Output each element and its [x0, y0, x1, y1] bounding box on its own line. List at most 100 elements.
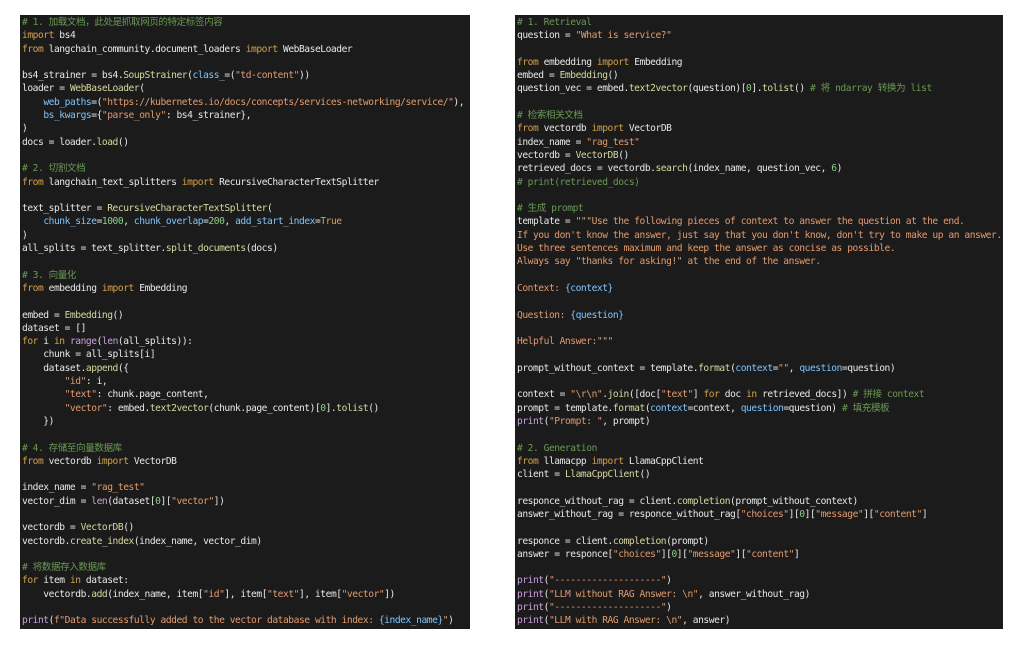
code-token: VectorDB [128, 455, 177, 467]
code-token: bs4_strainer = bs4. [22, 70, 124, 82]
code-token: responce = client. [517, 535, 613, 547]
code-token: web_paths [43, 96, 92, 108]
code-token: # 拼接 context [852, 389, 925, 401]
code-token: () [607, 70, 619, 82]
code-panel-retrieval-generation[interactable]: # 1. Retrieval question = "What is servic… [515, 15, 1003, 629]
code-token: ( [139, 83, 145, 95]
code-token: import [22, 30, 54, 42]
code-token: # 1. Retrieval [517, 17, 592, 28]
code-token: from [22, 176, 44, 188]
code-token: embed = [22, 309, 65, 321]
code-line: chunk_size=1000, chunk_overlap=200, add_… [22, 215, 464, 228]
code-token: tolist [336, 402, 369, 414]
code-line: responce_without_rag = client.completion… [517, 495, 1002, 508]
code-line: from llamacpp import LlamaCppClient [517, 455, 1002, 468]
code-token: ] [692, 389, 704, 401]
code-token: )) [299, 70, 310, 82]
code-line: vectordb.create_index(index_name, vector… [22, 535, 464, 548]
code-token: text2vector [149, 402, 209, 414]
code-token: ]) [384, 588, 395, 600]
code-token: import [596, 56, 629, 68]
code-line: from langchain_text_splitters import Rec… [22, 176, 464, 189]
code-token: """Use the following pieces of context t… [575, 216, 965, 228]
code-token: VectorDB [575, 149, 619, 161]
code-token: "content" [746, 548, 794, 560]
code-token: print [22, 615, 49, 627]
code-token: vector_dim = [22, 495, 92, 507]
code-token: , answer) [682, 615, 731, 627]
code-token: : chunk.page_content, [96, 389, 209, 401]
code-line: Helpful Answer:""" [517, 335, 1002, 348]
code-line: }) [22, 415, 464, 428]
code-line: Use three sentences maximum and keep the… [517, 242, 1002, 255]
code-token: If you don't know the answer, just say t… [517, 229, 1002, 241]
code-token: , [788, 362, 800, 374]
code-line: # 2. Generation [517, 442, 1002, 455]
code-token: ][ [804, 508, 816, 520]
code-token: , prompt) [602, 415, 651, 427]
code-line: template = """Use the following pieces o… [517, 215, 1002, 228]
code-token: SoupStrainer [123, 70, 188, 82]
code-token: () [123, 522, 134, 534]
code-token: load [96, 136, 119, 148]
code-token: "message" [687, 548, 736, 560]
code-token: import [591, 455, 624, 467]
code-token: , answer_without_rag) [698, 588, 810, 600]
code-token: RecursiveCharacterTextSplitter [107, 203, 267, 215]
code-line: responce = client.completion(prompt) [517, 535, 1002, 548]
code-token: ] [793, 548, 800, 560]
code-token: in [53, 336, 65, 348]
code-line: If you don't know the answer, just say t… [517, 229, 1002, 242]
code-token: "--------------------" [548, 575, 667, 587]
code-token: # 将 ndarray 转换为 list [809, 83, 932, 95]
code-token: 200 [208, 216, 225, 228]
code-line: from langchain_community.document_loader… [22, 43, 464, 56]
code-line: # 检索相关文档 [517, 109, 1002, 122]
code-token: format [698, 362, 731, 374]
code-token: Embedding [559, 70, 608, 82]
code-token: from [22, 455, 44, 467]
code-token: langchain_community.document_loaders [43, 43, 246, 55]
code-token: embedding [538, 56, 597, 68]
code-token: ) [448, 615, 454, 627]
code-line: ) [22, 229, 464, 242]
code-line: bs4_strainer = bs4.SoupStrainer(class_=(… [22, 69, 464, 82]
code-token: "Prompt: " [548, 415, 603, 427]
code-token: vectordb = [517, 149, 576, 161]
code-line: "text": chunk.page_content, [22, 388, 464, 401]
code-token: vectordb. [22, 588, 92, 600]
code-token: from [22, 282, 44, 294]
code-token: {context} [564, 282, 613, 294]
code-token: index_name = [22, 482, 92, 494]
code-token: ({ [117, 362, 129, 374]
code-token: text2vector [628, 83, 688, 95]
code-token: ) [666, 602, 672, 614]
code-token: print [517, 615, 544, 627]
code-token: "text" [267, 588, 299, 600]
code-token: () [117, 136, 129, 148]
code-token: "parse_only" [101, 110, 166, 122]
code-token: for [703, 389, 720, 401]
code-token: retrieved_docs = vectordb. [517, 163, 656, 175]
code-token: # 3. 向量化 [22, 269, 77, 281]
code-token: }) [22, 415, 54, 427]
code-panel-indexing[interactable]: # 1. 加载文档，此处是抓取网页的特定标签内容 import bs4 from l… [20, 15, 470, 629]
code-token: from [517, 123, 539, 135]
code-token: "LLM with RAG Answer: \n" [548, 615, 683, 627]
code-token: item [37, 575, 70, 587]
code-token: # 4. 存储至向量数据库 [22, 442, 122, 454]
code-token: "LLM without RAG Answer: \n" [548, 588, 699, 600]
code-line: client = LlamaCppClient() [517, 468, 1002, 481]
code-token: answer_without_rag = responce_without_ra… [517, 508, 741, 520]
code-token: LlamaCppClient [623, 455, 704, 467]
code-token: "vector" [64, 402, 108, 414]
